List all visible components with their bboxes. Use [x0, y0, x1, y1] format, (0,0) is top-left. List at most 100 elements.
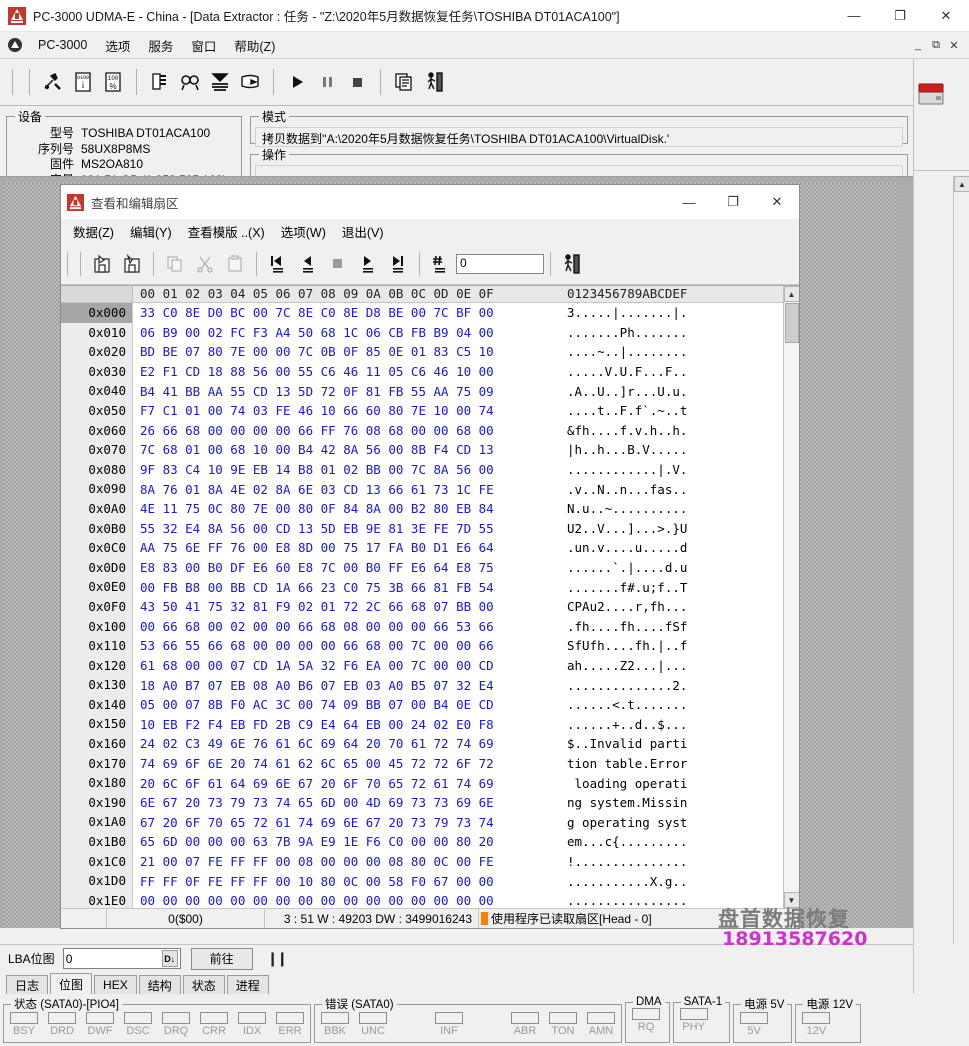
- menu-item-exit[interactable]: 退出(V): [334, 220, 392, 243]
- hex-row[interactable]: 0x0A0 4E 11 75 0C 80 7E 00 80 0F 84 8A 00…: [61, 498, 783, 519]
- scrollbar-thumb[interactable]: [784, 303, 799, 343]
- hex-row[interactable]: 0x1D0 FF FF 0F FE FF FF 00 10 80 0C 00 58…: [61, 871, 783, 891]
- hex-row[interactable]: 0x030 E2 F1 CD 18 88 56 00 55 C6 46 11 05…: [61, 361, 783, 382]
- hex-row-ascii[interactable]: ....t..F.f`.~..t: [557, 403, 687, 418]
- percent-task-icon[interactable]: 100 %: [98, 67, 128, 97]
- hex-row[interactable]: 0x050 F7 C1 01 00 74 03 FE 46 10 66 60 80…: [61, 400, 783, 421]
- hex-row[interactable]: 0x080 9F 83 C4 10 9E EB 14 B8 01 02 BB 00…: [61, 459, 783, 480]
- hex-row-bytes[interactable]: 6E 67 20 73 79 73 74 65 6D 00 4D 69 73 7…: [133, 795, 557, 810]
- hex-row[interactable]: 0x090 8A 76 01 8A 4E 02 8A 6E 03 CD 13 66…: [61, 479, 783, 499]
- mdi-vertical-scrollbar[interactable]: ▲: [953, 176, 969, 944]
- pause-icon[interactable]: [312, 67, 342, 97]
- hex-row-bytes[interactable]: 67 20 6F 70 65 72 61 74 69 6E 67 20 73 7…: [133, 815, 557, 830]
- hex-row-bytes[interactable]: 20 6C 6F 61 64 69 6E 67 20 6F 70 65 72 6…: [133, 776, 557, 791]
- run-utility-icon[interactable]: [557, 249, 587, 279]
- hex-row-bytes[interactable]: 24 02 C3 49 6E 76 61 6C 69 64 20 70 61 7…: [133, 736, 557, 751]
- menu-item-edit[interactable]: 编辑(Y): [122, 220, 180, 243]
- hex-row-ascii[interactable]: tion table.Error: [557, 756, 687, 771]
- hex-row-bytes[interactable]: 9F 83 C4 10 9E EB 14 B8 01 02 BB 00 7C 8…: [133, 462, 557, 477]
- hex-vertical-scrollbar[interactable]: ▲ ▼: [783, 286, 799, 908]
- hex-row-bytes[interactable]: 00 66 68 00 02 00 00 66 68 08 00 00 00 6…: [133, 619, 557, 634]
- filter-icon[interactable]: [205, 67, 235, 97]
- hex-row[interactable]: 0x0F0 43 50 41 75 32 81 F9 02 01 72 2C 66…: [61, 596, 783, 617]
- sector-number-input[interactable]: 0: [456, 254, 544, 274]
- hex-row[interactable]: 0x160 24 02 C3 49 6E 76 61 6C 69 64 20 70…: [61, 734, 783, 754]
- hex-row[interactable]: 0x1C0 21 00 07 FE FF FF 00 08 00 00 00 08…: [61, 851, 783, 872]
- hex-row-bytes[interactable]: E2 F1 CD 18 88 56 00 55 C6 46 11 05 C6 4…: [133, 364, 557, 379]
- hex-row-ascii[interactable]: ah.....Z2...|...: [557, 658, 687, 673]
- hex-row-ascii[interactable]: ............|.V.: [557, 462, 687, 477]
- hex-row[interactable]: 0x180 20 6C 6F 61 64 69 6E 67 20 6F 70 65…: [61, 773, 783, 793]
- minimize-button[interactable]: —: [831, 0, 877, 32]
- tab-bitmap[interactable]: 位图: [50, 973, 93, 994]
- hex-row-ascii[interactable]: ......<.t.......: [557, 697, 687, 712]
- scroll-up-arrow-icon[interactable]: ▲: [954, 176, 969, 192]
- hex-rows-container[interactable]: 0x000 33 C0 8E D0 BC 00 7C 8E C0 8E D8 BE…: [61, 303, 783, 908]
- hex-row-ascii[interactable]: ng system.Missin: [557, 795, 687, 810]
- hex-row[interactable]: 0x150 10 EB F2 F4 EB FD 2B C9 E4 64 EB 00…: [61, 714, 783, 735]
- hex-row-ascii[interactable]: ..............2.: [557, 678, 687, 693]
- hex-row-ascii[interactable]: g operating syst: [557, 815, 687, 830]
- hex-row-bytes[interactable]: 21 00 07 FE FF FF 00 08 00 00 00 08 80 0…: [133, 854, 557, 869]
- hex-row-bytes[interactable]: 10 EB F2 F4 EB FD 2B C9 E4 64 EB 00 24 0…: [133, 717, 557, 732]
- hex-row-ascii[interactable]: em...c{.........: [557, 834, 687, 849]
- hex-row[interactable]: 0x130 18 A0 B7 07 EB 08 A0 B6 07 EB 03 A0…: [61, 675, 783, 695]
- hex-row-ascii[interactable]: ......`.|....d.u: [557, 560, 687, 575]
- hex-row-bytes[interactable]: 26 66 68 00 00 00 00 66 FF 76 08 68 00 0…: [133, 423, 557, 438]
- menu-item-window[interactable]: 窗口: [182, 34, 225, 57]
- run-utility-icon[interactable]: [419, 67, 449, 97]
- menu-item-pc3000[interactable]: PC-3000: [29, 36, 96, 54]
- hex-row[interactable]: 0x0C0 AA 75 6E FF 76 00 E8 8D 00 75 17 FA…: [61, 538, 783, 558]
- hex-row-ascii[interactable]: .......Ph.......: [557, 325, 687, 340]
- hex-row-bytes[interactable]: 8A 76 01 8A 4E 02 8A 6E 03 CD 13 66 61 7…: [133, 482, 557, 497]
- hex-row-bytes[interactable]: 53 66 55 66 68 00 00 00 00 66 68 00 7C 0…: [133, 638, 557, 653]
- menu-item-options[interactable]: 选项: [96, 34, 139, 57]
- tab-structure[interactable]: 结构: [138, 975, 181, 994]
- tab-status[interactable]: 状态: [182, 975, 225, 994]
- first-sector-icon[interactable]: [263, 249, 293, 279]
- hex-row-bytes[interactable]: F7 C1 01 00 74 03 FE 46 10 66 60 80 7E 1…: [133, 403, 557, 418]
- menu-item-service[interactable]: 服务: [139, 34, 182, 57]
- hex-row[interactable]: 0x120 61 68 00 00 07 CD 1A 5A 32 F6 EA 00…: [61, 655, 783, 676]
- hex-row-bytes[interactable]: 65 6D 00 00 00 63 7B 9A E9 1E F6 C0 00 0…: [133, 834, 557, 849]
- menu-item-data[interactable]: 数据(Z): [65, 220, 122, 243]
- hex-row[interactable]: 0x0D0 E8 83 00 B0 DF E6 60 E8 7C 00 B0 FF…: [61, 557, 783, 578]
- close-button[interactable]: ✕: [923, 0, 969, 32]
- hex-row[interactable]: 0x1B0 65 6D 00 00 00 63 7B 9A E9 1E F6 C0…: [61, 832, 783, 852]
- hex-row-ascii[interactable]: ...........X.g..: [557, 874, 687, 889]
- hex-row-bytes[interactable]: BD BE 07 80 7E 00 00 7C 0B 0F 85 0E 01 8…: [133, 344, 557, 359]
- hex-row[interactable]: 0x140 05 00 07 8B F0 AC 3C 00 74 09 BB 07…: [61, 694, 783, 715]
- tab-hex[interactable]: HEX: [94, 975, 137, 994]
- hex-row[interactable]: 0x000 33 C0 8E D0 BC 00 7C 8E C0 8E D8 BE…: [61, 303, 783, 323]
- lba-input-value[interactable]: 0: [66, 952, 162, 966]
- hex-row-ascii[interactable]: ....~..|........: [557, 344, 687, 359]
- mdi-horizontal-scrollbar[interactable]: [0, 928, 913, 944]
- menu-item-help[interactable]: 帮助(Z): [225, 34, 284, 57]
- hex-row[interactable]: 0x100 00 66 68 00 02 00 00 66 68 08 00 00…: [61, 616, 783, 637]
- hex-row-ascii[interactable]: ......+..d..$...: [557, 717, 687, 732]
- hex-row-ascii[interactable]: !...............: [557, 854, 687, 869]
- hex-row[interactable]: 0x0B0 55 32 E4 8A 56 00 CD 13 5D EB 9E 81…: [61, 518, 783, 539]
- hex-row-ascii[interactable]: .fh....fh....fSf: [557, 619, 687, 634]
- scroll-up-arrow-icon[interactable]: ▲: [783, 286, 799, 302]
- hex-row-ascii[interactable]: SfUfh....fh.|..f: [557, 638, 687, 653]
- last-sector-icon[interactable]: [383, 249, 413, 279]
- prev-sector-icon[interactable]: [293, 249, 323, 279]
- hex-row-bytes[interactable]: AA 75 6E FF 76 00 E8 8D 00 75 17 FA B0 D…: [133, 540, 557, 555]
- hex-row[interactable]: 0x070 7C 68 01 00 68 10 00 B4 42 8A 56 00…: [61, 440, 783, 460]
- hex-row-ascii[interactable]: $..Invalid parti: [557, 736, 687, 751]
- stop-icon[interactable]: [342, 67, 372, 97]
- scrollbar-track[interactable]: [783, 302, 799, 892]
- hex-row[interactable]: 0x010 06 B9 00 02 FC F3 A4 50 68 1C 06 CB…: [61, 322, 783, 343]
- hex-row[interactable]: 0x0E0 00 FB B8 00 BB CD 1A 66 23 C0 75 3B…: [61, 577, 783, 597]
- goto-sector-icon[interactable]: [426, 249, 456, 279]
- lba-spinner-icon[interactable]: D↓: [161, 950, 178, 967]
- hex-row-ascii[interactable]: |h..h...B.V.....: [557, 442, 687, 457]
- tab-log[interactable]: 日志: [6, 975, 49, 994]
- map-icon[interactable]: [145, 67, 175, 97]
- hex-row-ascii[interactable]: N.u..~..........: [557, 501, 687, 516]
- tools-icon[interactable]: [38, 67, 68, 97]
- pause-icon[interactable]: ❙❙: [267, 950, 289, 967]
- hex-row-bytes[interactable]: 18 A0 B7 07 EB 08 A0 B6 07 EB 03 A0 B5 0…: [133, 678, 557, 693]
- hex-row-bytes[interactable]: FF FF 0F FE FF FF 00 10 80 0C 00 58 F0 6…: [133, 874, 557, 889]
